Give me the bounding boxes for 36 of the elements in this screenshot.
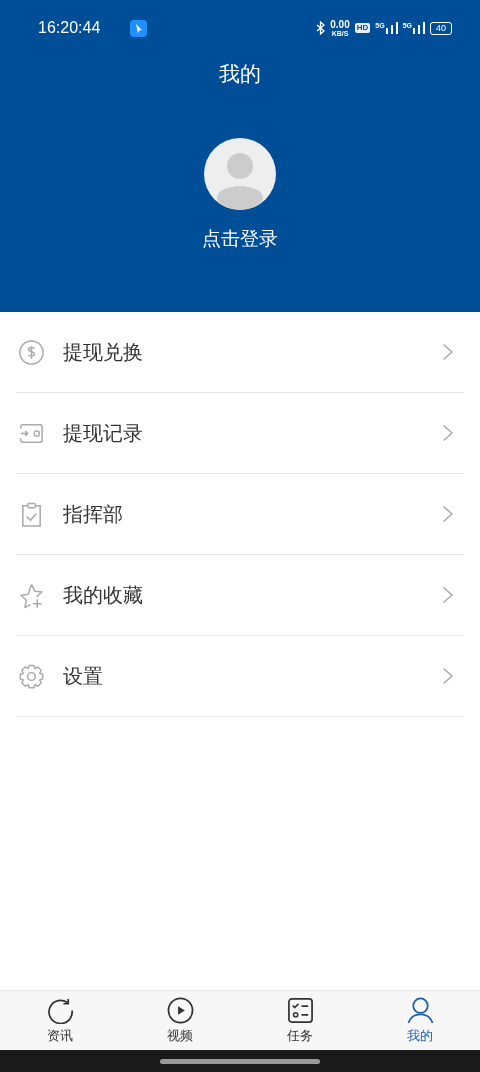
menu-label: 指挥部: [63, 500, 124, 528]
tab[interactable]: 任务: [240, 991, 360, 1050]
checklist-icon: [286, 996, 314, 1024]
app-notification-icon: [130, 19, 148, 37]
signal-icon: [385, 22, 398, 34]
tab[interactable]: 视频: [120, 991, 240, 1050]
chevron-right-icon: [442, 424, 454, 442]
menu-label: 提现记录: [63, 419, 144, 447]
login-link[interactable]: 点击登录: [202, 226, 278, 252]
menu-label: 我的收藏: [63, 581, 144, 609]
refresh-icon: [46, 996, 74, 1024]
status-time: 16:20:44: [38, 19, 101, 37]
battery-indicator: 40: [430, 21, 452, 35]
dollar-coin-icon: [18, 338, 45, 366]
person-icon: [406, 996, 434, 1024]
signal-icon: [413, 22, 425, 34]
chevron-right-icon: [442, 667, 454, 685]
chevron-right-icon: [442, 586, 454, 604]
play-icon: [166, 996, 194, 1024]
chevron-right-icon: [442, 343, 454, 361]
page-title: 我的: [219, 61, 261, 88]
menu-item[interactable]: 我的收藏: [16, 555, 464, 636]
menu-label: 设置: [63, 662, 104, 690]
menu-item[interactable]: 设置: [16, 636, 464, 717]
menu-item[interactable]: 提现记录: [16, 393, 464, 474]
tab[interactable]: 我的: [360, 991, 480, 1050]
settings-icon: [18, 662, 45, 690]
menu-item[interactable]: 提现兑换: [16, 312, 464, 393]
menu-label: 提现兑换: [63, 338, 144, 366]
tab[interactable]: 资讯: [0, 991, 120, 1050]
hd-badge: HD: [354, 22, 371, 34]
chevron-right-icon: [442, 505, 454, 523]
menu-item[interactable]: 指挥部: [16, 474, 464, 555]
bluetooth-icon: [316, 21, 326, 35]
home-indicator[interactable]: [160, 1058, 320, 1064]
star-plus-icon: [18, 581, 45, 609]
